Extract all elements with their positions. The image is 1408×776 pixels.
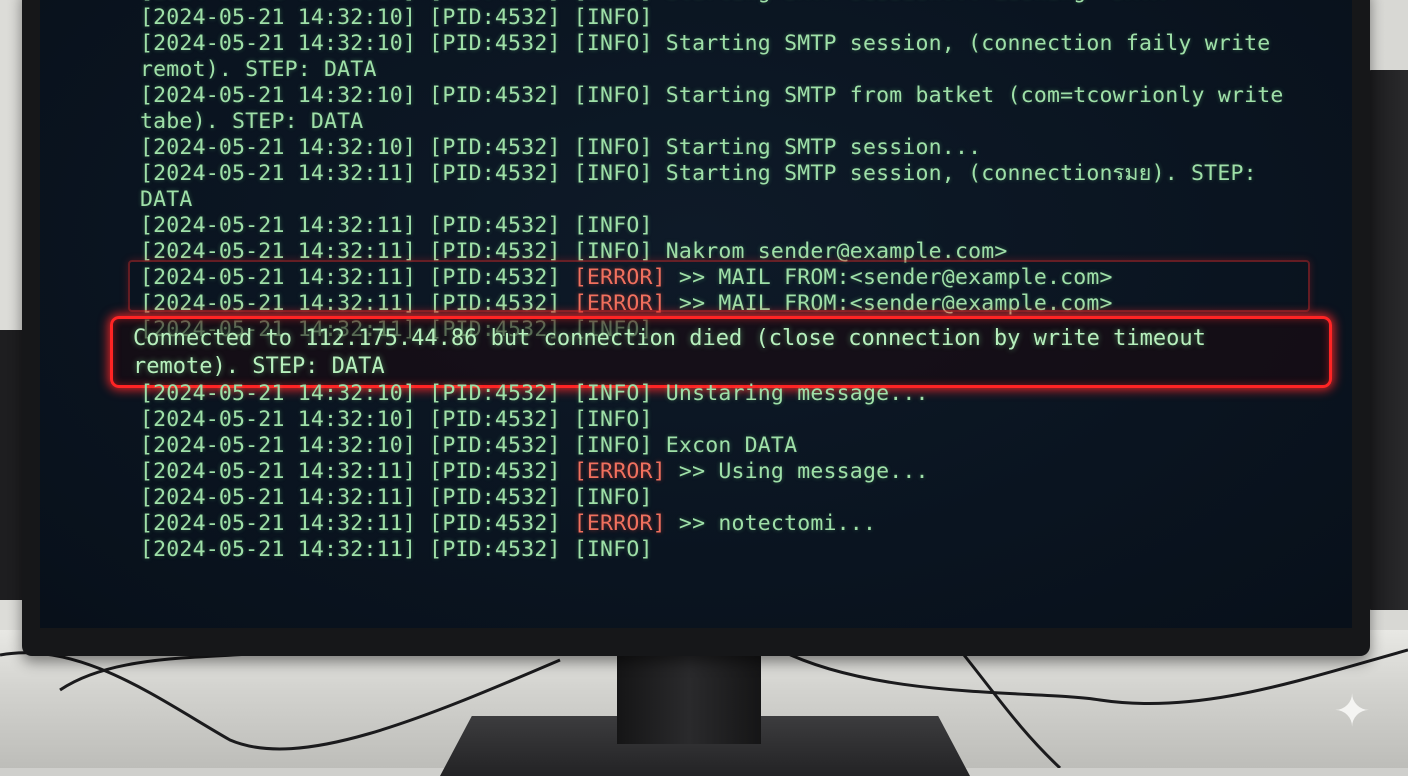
side-device-right [1368, 70, 1408, 610]
log-line: [2024-05-21 14:32:11] [PID:4532] [ERROR]… [140, 459, 1320, 485]
log-line: [2024-05-21 14:32:11] [PID:4532] [INFO] [140, 537, 1320, 563]
log-prefix: [2024-05-21 14:32:11] [PID:4532] [140, 459, 574, 484]
log-message: >> notectomi... [665, 511, 877, 536]
log-message: Unstaring message... [652, 381, 929, 406]
log-level-error: [ERROR] [573, 459, 666, 484]
log-level-info: [INFO] [573, 433, 653, 458]
log-level-info: [INFO] [573, 485, 653, 510]
log-prefix: [2024-05-21 14:32:11] [PID:4532] [140, 537, 574, 562]
log-level-info: [INFO] [573, 213, 653, 238]
log-line: [2024-05-21 14:32:10] [PID:4532] [INFO] … [140, 83, 1320, 135]
log-prefix: [2024-05-21 14:32:10] [PID:4532] [140, 407, 574, 432]
log-line: [2024-05-21 14:32:10] [PID:4532] [INFO] … [140, 31, 1320, 83]
monitor: [2024-05-21 14:32:10] [PID:4532] [INFO] … [22, 0, 1370, 656]
log-line: [2024-05-21 14:32:11] [PID:4532] [INFO] … [140, 161, 1320, 213]
log-level-info: [INFO] [573, 5, 653, 30]
log-prefix: [2024-05-21 14:32:10] [PID:4532] [140, 0, 574, 4]
log-level-info: [INFO] [573, 161, 653, 186]
log-level-info: [INFO] [574, 0, 653, 4]
log-message: Starting SMTP session... [652, 135, 982, 160]
log-prefix: [2024-05-21 14:32:10] [PID:4532] [140, 433, 574, 458]
log-line: [2024-05-21 14:32:10] [PID:4532] [INFO] … [140, 381, 1320, 407]
alert-message: Connected to 112.175.44.86 but connectio… [133, 326, 1220, 379]
log-level-info: [INFO] [573, 407, 653, 432]
log-level-info: [INFO] [573, 537, 653, 562]
log-line: [2024-05-21 14:32:11] [PID:4532] [ERROR]… [140, 511, 1320, 537]
log-line: [2024-05-21 14:32:10] [PID:4532] [INFO] … [140, 433, 1320, 459]
log-prefix: [2024-05-21 14:32:10] [PID:4532] [140, 83, 574, 108]
log-message: Excon DATA [652, 433, 798, 458]
sparkle-icon: ✦ [1333, 686, 1371, 737]
log-prefix: [2024-05-21 14:32:11] [PID:4532] [140, 485, 574, 510]
log-level-info: [INFO] [573, 83, 653, 108]
log-prefix: [2024-05-21 14:32:11] [PID:4532] [140, 161, 574, 186]
log-prefix: [2024-05-21 14:32:11] [PID:4532] [140, 213, 574, 238]
log-prefix: [2024-05-21 14:32:10] [PID:4532] [140, 5, 574, 30]
faint-highlight-box [128, 260, 1310, 312]
log-prefix: [2024-05-21 14:32:10] [PID:4532] [140, 381, 574, 406]
terminal-screen: [2024-05-21 14:32:10] [PID:4532] [INFO] … [40, 0, 1352, 628]
log-prefix: [2024-05-21 14:32:11] [PID:4532] [140, 511, 574, 536]
log-message: Starting SMTP session... Looking *DATA [653, 0, 1166, 4]
log-line: [2024-05-21 14:32:11] [PID:4532] [INFO] [140, 213, 1320, 239]
log-line: [2024-05-21 14:32:10] [PID:4532] [INFO] [140, 5, 1320, 31]
error-alert-box: Connected to 112.175.44.86 but connectio… [110, 316, 1332, 388]
log-level-info: [INFO] [573, 135, 653, 160]
log-prefix: [2024-05-21 14:32:10] [PID:4532] [140, 31, 574, 56]
monitor-stand-neck [617, 656, 761, 744]
log-line: [2024-05-21 14:32:10] [PID:4532] [INFO] … [140, 135, 1320, 161]
log-level-info: [INFO] [573, 31, 653, 56]
log-output-bottom: [2024-05-21 14:32:10] [PID:4532] [INFO] … [140, 381, 1320, 563]
log-level-error: [ERROR] [573, 511, 666, 536]
log-line: [2024-05-21 14:32:11] [PID:4532] [INFO] [140, 485, 1320, 511]
log-line: [2024-05-21 14:32:10] [PID:4532] [INFO] [140, 407, 1320, 433]
log-prefix: [2024-05-21 14:32:10] [PID:4532] [140, 135, 574, 160]
log-level-info: [INFO] [573, 381, 653, 406]
log-message: >> Using message... [665, 459, 929, 484]
